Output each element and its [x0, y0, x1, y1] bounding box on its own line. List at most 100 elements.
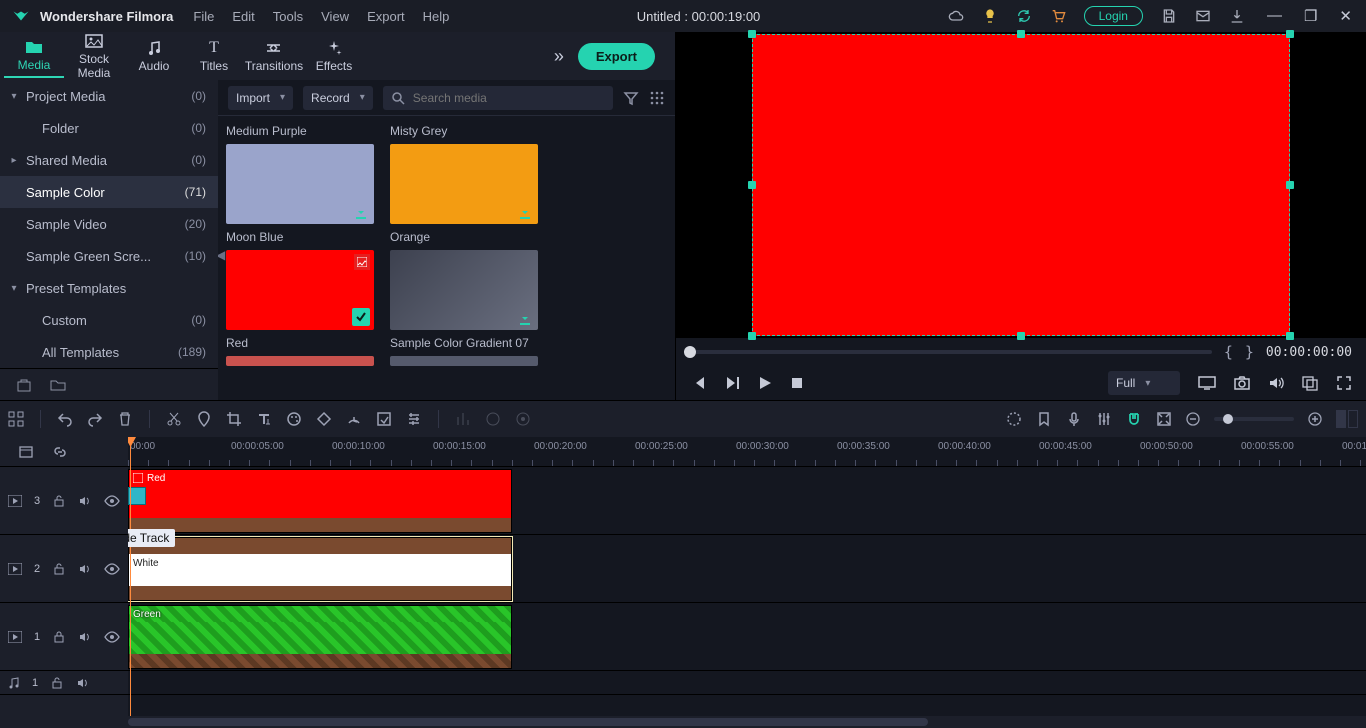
import-dropdown[interactable]: Import▾ [228, 86, 293, 110]
zoom-in-icon[interactable] [1308, 412, 1322, 426]
render-icon[interactable] [1006, 411, 1022, 427]
delete-icon[interactable] [117, 411, 133, 427]
thumb-gradient-07[interactable] [390, 250, 538, 330]
thumb-extra-2[interactable] [390, 356, 538, 366]
search-media-box[interactable] [383, 86, 613, 110]
preview-canvas[interactable] [752, 34, 1290, 336]
tree-shared-media[interactable]: ▸Shared Media(0) [0, 144, 218, 176]
clip-white[interactable]: White [128, 537, 512, 601]
thumb-red[interactable] [226, 250, 374, 330]
menu-tools[interactable]: Tools [273, 9, 303, 24]
menu-file[interactable]: File [193, 9, 214, 24]
resize-handle-tr[interactable] [1286, 30, 1294, 38]
mute-icon[interactable] [76, 676, 90, 690]
playhead[interactable] [130, 437, 131, 716]
select-tool-icon[interactable] [8, 411, 24, 427]
lock-closed-icon[interactable] [52, 630, 66, 644]
resize-handle-br[interactable] [1286, 332, 1294, 340]
greenscreen-icon[interactable] [376, 411, 392, 427]
stop-icon[interactable] [790, 376, 804, 390]
volume-icon[interactable] [1268, 375, 1284, 391]
chevron-right-icon[interactable]: ▸ [8, 155, 20, 166]
tree-sample-green-screen[interactable]: Sample Green Scre...(10) [0, 240, 218, 272]
resize-handle-tm[interactable] [1017, 30, 1025, 38]
mute-icon[interactable] [78, 630, 92, 644]
record-dropdown[interactable]: Record▾ [303, 86, 373, 110]
clip-red[interactable]: Red [128, 469, 512, 533]
zoom-out-icon[interactable] [1186, 412, 1200, 426]
time-ruler[interactable]: 00:0000:00:05:0000:00:10:0000:00:15:0000… [128, 437, 1366, 467]
menu-help[interactable]: Help [423, 9, 450, 24]
new-bin-icon[interactable] [16, 377, 32, 393]
track-options-icon[interactable] [18, 444, 34, 460]
eye-icon[interactable] [104, 563, 120, 575]
resize-handle-ml[interactable] [748, 181, 756, 189]
tree-project-media[interactable]: ▾Project Media(0) [0, 80, 218, 112]
step-back-icon[interactable] [690, 375, 706, 391]
track-v3[interactable]: Red [128, 467, 1366, 535]
chevron-down-icon[interactable]: ▾ [8, 283, 20, 294]
resize-handle-bl[interactable] [748, 332, 756, 340]
tab-effects[interactable]: Effects [304, 35, 364, 77]
resize-handle-tl[interactable] [748, 30, 756, 38]
tree-all-templates[interactable]: All Templates(189) [0, 336, 218, 368]
lock-icon[interactable] [50, 676, 64, 690]
audio-enhance-icon[interactable] [515, 411, 531, 427]
adjust-icon[interactable] [406, 411, 422, 427]
magnetic-icon[interactable] [1126, 411, 1142, 427]
play-icon[interactable] [758, 376, 772, 390]
new-folder-icon[interactable] [50, 377, 66, 393]
thumb-orange[interactable] [390, 144, 538, 224]
tab-media[interactable]: Media [4, 34, 64, 78]
menu-view[interactable]: View [321, 9, 349, 24]
mail-icon[interactable] [1195, 8, 1211, 24]
mark-in-icon[interactable]: { [1224, 343, 1233, 361]
download-icon[interactable] [354, 206, 368, 220]
timeline-horizontal-scrollbar[interactable] [0, 716, 1366, 728]
dual-view-toggle[interactable] [1336, 410, 1358, 428]
refresh-update-icon[interactable] [1016, 8, 1032, 24]
thumb-moon-blue[interactable] [226, 144, 374, 224]
thumb-extra-1[interactable] [226, 356, 374, 366]
audio-mixer-icon[interactable] [455, 411, 471, 427]
mute-icon[interactable] [78, 562, 92, 576]
link-icon[interactable] [52, 444, 68, 460]
clip-green[interactable]: Green [128, 605, 512, 669]
split-icon[interactable] [166, 411, 182, 427]
login-button[interactable]: Login [1084, 6, 1143, 26]
tab-stock-media[interactable]: Stock Media [64, 28, 124, 84]
audio-sync-icon[interactable] [485, 411, 501, 427]
download-icon[interactable] [518, 312, 532, 326]
resize-handle-mr[interactable] [1286, 181, 1294, 189]
compare-icon[interactable] [1302, 375, 1318, 391]
preview-quality-dropdown[interactable]: Full▾ [1108, 371, 1180, 395]
track-v2[interactable]: White [128, 535, 1366, 603]
tab-audio[interactable]: Audio [124, 35, 184, 77]
eye-icon[interactable] [104, 495, 120, 507]
zoom-slider[interactable] [1214, 417, 1294, 421]
cloud-icon[interactable] [948, 8, 964, 24]
mute-icon[interactable] [78, 494, 92, 508]
mark-out-icon[interactable]: } [1245, 343, 1254, 361]
redo-icon[interactable] [87, 411, 103, 427]
speed-icon[interactable] [346, 411, 362, 427]
text-tool-icon[interactable] [256, 411, 272, 427]
tree-sample-color[interactable]: Sample Color(71) [0, 176, 218, 208]
scrollbar-thumb[interactable] [128, 718, 928, 726]
tree-folder[interactable]: Folder(0) [0, 112, 218, 144]
window-minimize-icon[interactable]: — [1267, 7, 1282, 25]
tracks-area[interactable]: 00:0000:00:05:0000:00:10:0000:00:15:0000… [128, 437, 1366, 716]
save-icon[interactable] [1161, 8, 1177, 24]
scroll-left-icon[interactable]: ◀ [218, 248, 225, 262]
menu-edit[interactable]: Edit [232, 9, 254, 24]
fit-to-window-icon[interactable] [1156, 411, 1172, 427]
keyframe-icon[interactable] [316, 411, 332, 427]
preview-scrubber[interactable] [690, 350, 1212, 354]
filter-icon[interactable] [623, 90, 639, 106]
resize-handle-bm[interactable] [1017, 332, 1025, 340]
tree-sample-video[interactable]: Sample Video(20) [0, 208, 218, 240]
scrubber-knob[interactable] [684, 346, 696, 358]
more-tabs-icon[interactable]: » [554, 46, 564, 67]
track-v1[interactable]: Green [128, 603, 1366, 671]
undo-icon[interactable] [57, 411, 73, 427]
